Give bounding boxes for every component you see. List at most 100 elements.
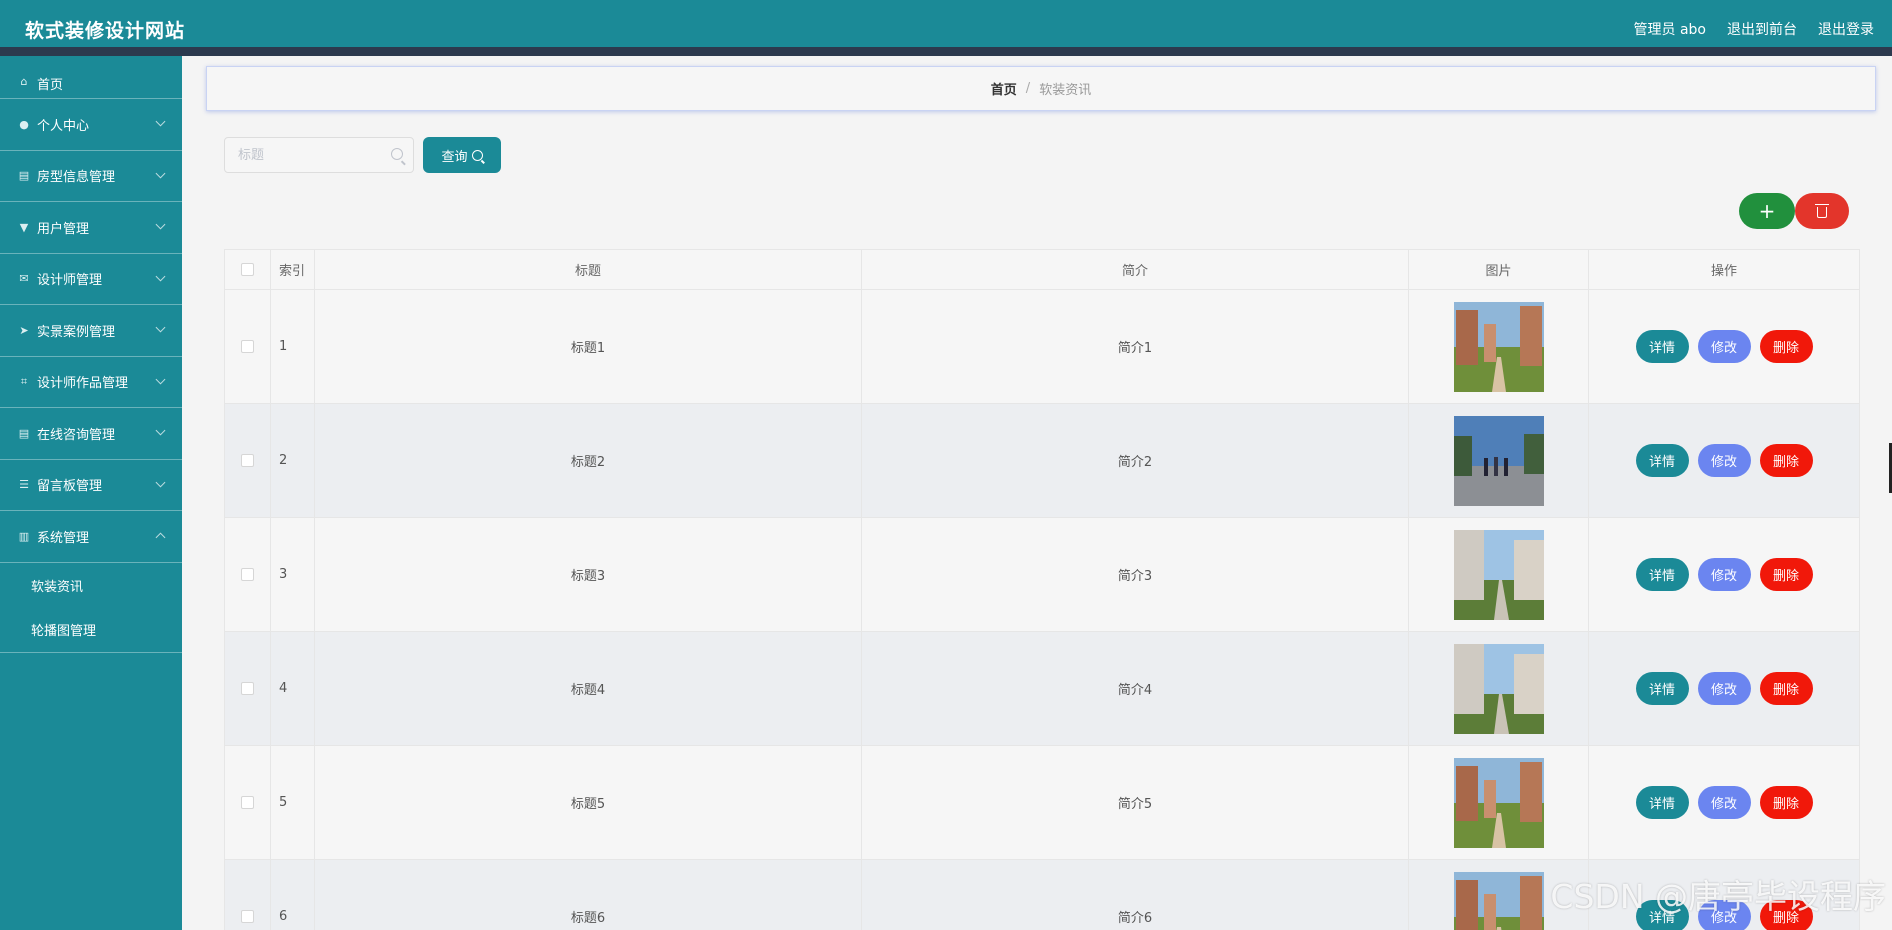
- top-header: 软式装修设计网站 管理员 abo 退出到前台 退出登录: [0, 0, 1892, 56]
- row-select-cell: [224, 289, 271, 404]
- row-select-cell: [224, 745, 271, 860]
- row-checkbox[interactable]: [241, 796, 254, 809]
- delete-button[interactable]: 删除: [1759, 786, 1813, 819]
- add-button[interactable]: +: [1739, 193, 1795, 229]
- delete-button[interactable]: 删除: [1759, 444, 1813, 477]
- delete-button[interactable]: 删除: [1759, 558, 1813, 591]
- table-row: 1 标题1 简介1 详情 修改 删除: [224, 289, 1860, 404]
- batch-delete-button[interactable]: [1795, 193, 1849, 229]
- sidebar-item-designers[interactable]: ✉ 设计师管理: [0, 254, 182, 305]
- detail-button[interactable]: 详情: [1635, 900, 1689, 930]
- chevron-down-icon: [155, 425, 166, 436]
- breadcrumb-separator: /: [1025, 81, 1031, 96]
- search-icon: [391, 148, 403, 160]
- search-input[interactable]: [224, 137, 414, 173]
- select-all-cell: [224, 249, 271, 290]
- sidebar-item-label: 实景案例管理: [37, 324, 116, 340]
- row-checkbox[interactable]: [241, 568, 254, 581]
- row-index: 6: [270, 859, 315, 930]
- clipboard-icon: ▤: [18, 426, 30, 440]
- detail-button[interactable]: 详情: [1635, 786, 1689, 819]
- site-title: 软式装修设计网站: [25, 20, 186, 42]
- row-thumbnail-image[interactable]: [1453, 643, 1544, 734]
- user-icon: ●: [19, 117, 29, 131]
- sidebar-item-users[interactable]: ▼ 用户管理: [0, 202, 182, 254]
- row-checkbox[interactable]: [241, 910, 254, 923]
- sidebar-item-personal-center[interactable]: ● 个人中心: [0, 99, 182, 151]
- row-title: 标题4: [314, 631, 862, 746]
- row-image-cell: [1408, 403, 1589, 518]
- location-icon: ➤: [19, 323, 29, 337]
- row-index: 1: [270, 289, 315, 404]
- row-intro: 简介3: [861, 517, 1409, 632]
- list-icon: ☰: [19, 478, 29, 492]
- header-index: 索引: [270, 249, 315, 290]
- sidebar-item-label: 设计师管理: [37, 273, 103, 289]
- header-image: 图片: [1408, 249, 1589, 290]
- query-button[interactable]: 查询: [423, 137, 501, 173]
- select-all-checkbox[interactable]: [241, 263, 254, 276]
- edit-button[interactable]: 修改: [1697, 786, 1751, 819]
- sidebar-item-consult[interactable]: ▤ 在线咨询管理: [0, 408, 182, 460]
- detail-button[interactable]: 详情: [1635, 444, 1689, 477]
- chevron-down-icon: [155, 374, 166, 385]
- edit-button[interactable]: 修改: [1697, 444, 1751, 477]
- detail-button[interactable]: 详情: [1635, 672, 1689, 705]
- row-select-cell: [224, 403, 271, 518]
- row-intro: 简介5: [861, 745, 1409, 860]
- clipboard-icon: ▤: [18, 169, 30, 183]
- detail-button[interactable]: 详情: [1635, 558, 1689, 591]
- edit-button[interactable]: 修改: [1697, 672, 1751, 705]
- row-checkbox[interactable]: [241, 340, 254, 353]
- row-intro: 简介2: [861, 403, 1409, 518]
- query-button-label: 查询: [441, 149, 468, 165]
- row-ops-cell: 详情 修改 删除: [1588, 403, 1860, 518]
- table-row: 4 标题4 简介4 详情 修改 删除: [224, 631, 1860, 746]
- edit-button[interactable]: 修改: [1697, 900, 1751, 930]
- row-checkbox[interactable]: [241, 682, 254, 695]
- chevron-down-icon: [155, 322, 166, 333]
- row-thumbnail-image[interactable]: [1453, 757, 1544, 848]
- chart-icon: ▥: [18, 529, 30, 543]
- row-index: 4: [270, 631, 315, 746]
- chevron-down-icon: [155, 219, 166, 230]
- table-row: 2 标题2 简介2 详情 修改 删除: [224, 403, 1860, 518]
- detail-button[interactable]: 详情: [1635, 330, 1689, 363]
- stamp-icon: ▼: [19, 220, 29, 234]
- logout-link[interactable]: 退出登录: [1818, 19, 1874, 39]
- mail-icon: ✉: [19, 272, 29, 286]
- sidebar-item-room-type[interactable]: ▤ 房型信息管理: [0, 151, 182, 202]
- row-thumbnail-image[interactable]: [1453, 301, 1544, 392]
- delete-button[interactable]: 删除: [1759, 900, 1813, 930]
- row-intro: 简介4: [861, 631, 1409, 746]
- breadcrumb-home[interactable]: 首页: [991, 79, 1017, 98]
- row-index: 5: [270, 745, 315, 860]
- row-thumbnail-image[interactable]: [1453, 871, 1544, 930]
- sidebar-item-message-board[interactable]: ☰ 留言板管理: [0, 460, 182, 511]
- chevron-down-icon: [155, 477, 166, 488]
- sidebar-subitem-carousel[interactable]: 轮播图管理: [0, 608, 182, 653]
- row-thumbnail-image[interactable]: [1453, 415, 1544, 506]
- breadcrumb: 首页 / 软装资讯: [206, 66, 1876, 111]
- sidebar-item-works[interactable]: ⌗ 设计师作品管理: [0, 357, 182, 408]
- header-title: 标题: [314, 249, 862, 290]
- row-select-cell: [224, 631, 271, 746]
- delete-button[interactable]: 删除: [1759, 330, 1813, 363]
- delete-button[interactable]: 删除: [1759, 672, 1813, 705]
- row-thumbnail-image[interactable]: [1453, 529, 1544, 620]
- row-checkbox[interactable]: [241, 454, 254, 467]
- row-image-cell: [1408, 517, 1589, 632]
- edit-button[interactable]: 修改: [1697, 330, 1751, 363]
- sidebar-subitem-news[interactable]: 软装资讯: [0, 563, 182, 608]
- chevron-down-icon: [155, 271, 166, 282]
- sidebar-item-home[interactable]: ⌂ 首页: [0, 56, 182, 99]
- row-ops-cell: 详情 修改 删除: [1588, 859, 1860, 930]
- sidebar-item-cases[interactable]: ➤ 实景案例管理: [0, 305, 182, 357]
- edit-button[interactable]: 修改: [1697, 558, 1751, 591]
- back-to-front-link[interactable]: 退出到前台: [1727, 19, 1797, 39]
- row-ops-cell: 详情 修改 删除: [1588, 631, 1860, 746]
- sidebar-item-system[interactable]: ▥ 系统管理: [0, 511, 182, 563]
- sidebar-item-label: 在线咨询管理: [37, 427, 116, 443]
- chevron-up-icon: [155, 532, 166, 543]
- admin-user-label[interactable]: 管理员 abo: [1634, 19, 1706, 39]
